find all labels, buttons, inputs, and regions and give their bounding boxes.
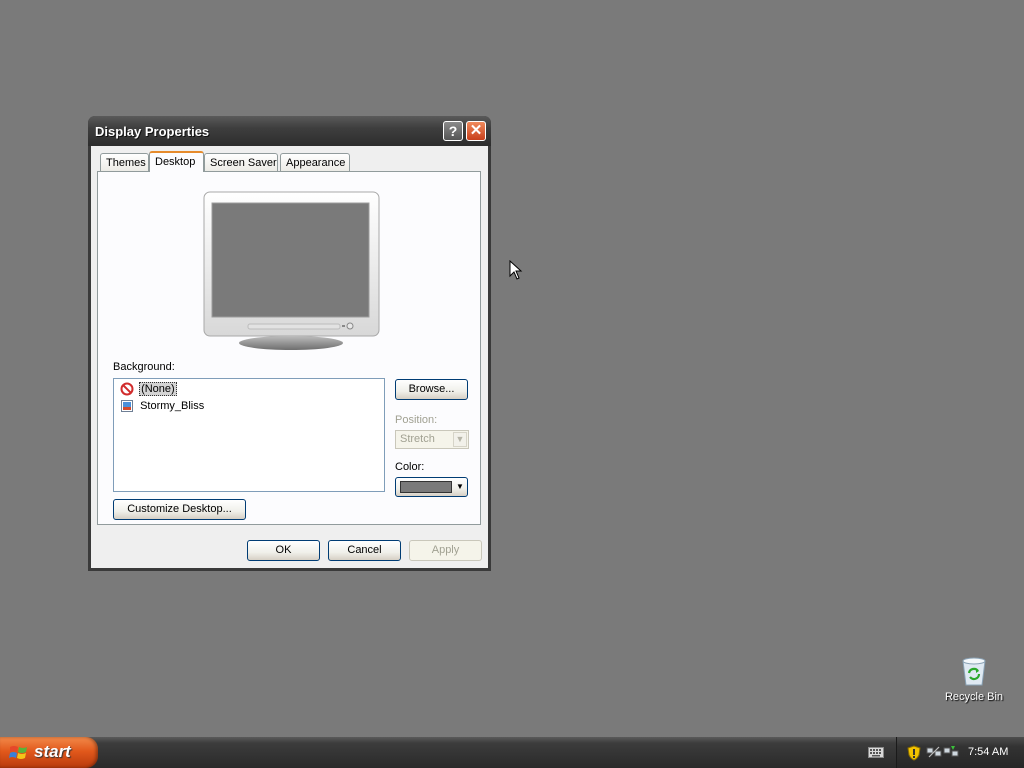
list-item-stormy-bliss[interactable]: Stormy_Bliss bbox=[120, 398, 205, 414]
list-item-label: (None) bbox=[139, 382, 177, 397]
mouse-pointer-icon bbox=[509, 260, 523, 280]
taskbar-clock[interactable]: 7:54 AM bbox=[968, 746, 1008, 758]
windows-logo-icon bbox=[9, 746, 27, 759]
customize-desktop-button[interactable]: Customize Desktop... bbox=[113, 499, 246, 520]
background-list[interactable]: (None) Stormy_Bliss bbox=[113, 378, 385, 492]
window-title: Display Properties bbox=[95, 124, 210, 139]
security-shield-icon[interactable] bbox=[907, 745, 921, 761]
background-label: Background: bbox=[113, 361, 175, 373]
ok-button[interactable]: OK bbox=[247, 540, 320, 561]
position-label: Position: bbox=[395, 414, 438, 426]
display-properties-dialog: Display Properties ? ✕ Themes Desktop Sc… bbox=[88, 116, 491, 571]
list-item-none[interactable]: (None) bbox=[120, 381, 177, 397]
help-button[interactable]: ? bbox=[443, 121, 463, 141]
close-button[interactable]: ✕ bbox=[466, 121, 486, 141]
recycle-bin-label: Recycle Bin bbox=[944, 691, 1004, 703]
image-file-icon bbox=[121, 400, 133, 413]
color-picker-button[interactable]: ▼ bbox=[395, 477, 468, 497]
desktop: Recycle Bin Display Properties ? ✕ Theme… bbox=[0, 0, 1024, 737]
chevron-down-icon: ▼ bbox=[453, 432, 467, 447]
help-icon: ? bbox=[448, 123, 458, 139]
network-disconnected-icon[interactable] bbox=[926, 745, 942, 759]
chevron-down-icon: ▼ bbox=[456, 482, 464, 491]
start-button[interactable]: start bbox=[0, 737, 98, 768]
position-dropdown[interactable]: Stretch ▼ bbox=[395, 430, 469, 449]
no-symbol-icon bbox=[120, 382, 134, 396]
position-value: Stretch bbox=[400, 433, 435, 445]
apply-button[interactable]: Apply bbox=[409, 540, 482, 561]
monitor-preview bbox=[203, 191, 380, 350]
recycle-bin-icon bbox=[962, 657, 986, 686]
recycle-bin-shortcut[interactable]: Recycle Bin bbox=[940, 655, 1008, 703]
cancel-button[interactable]: Cancel bbox=[328, 540, 401, 561]
start-label: start bbox=[34, 742, 71, 761]
title-bar[interactable]: Display Properties ? ✕ bbox=[88, 116, 491, 146]
color-label: Color: bbox=[395, 461, 425, 473]
network-connection-icon[interactable] bbox=[943, 745, 959, 759]
desktop-tab-panel: Background: (None) Stormy_Bliss Browse..… bbox=[97, 171, 481, 525]
tab-themes[interactable]: Themes bbox=[100, 153, 149, 171]
close-icon: ✕ bbox=[469, 122, 483, 139]
keyboard-icon[interactable] bbox=[868, 747, 884, 758]
dialog-client-area: Themes Desktop Screen Saver Appearance B… bbox=[91, 146, 488, 568]
tab-screen-saver[interactable]: Screen Saver bbox=[204, 153, 278, 171]
list-item-label: Stormy_Bliss bbox=[140, 400, 205, 413]
taskbar: start 7:54 AM bbox=[0, 737, 1024, 768]
browse-button[interactable]: Browse... bbox=[395, 379, 468, 400]
tab-appearance[interactable]: Appearance bbox=[280, 153, 350, 171]
color-swatch bbox=[400, 481, 452, 493]
tab-desktop[interactable]: Desktop bbox=[149, 151, 204, 172]
system-tray: 7:54 AM bbox=[896, 737, 1024, 768]
